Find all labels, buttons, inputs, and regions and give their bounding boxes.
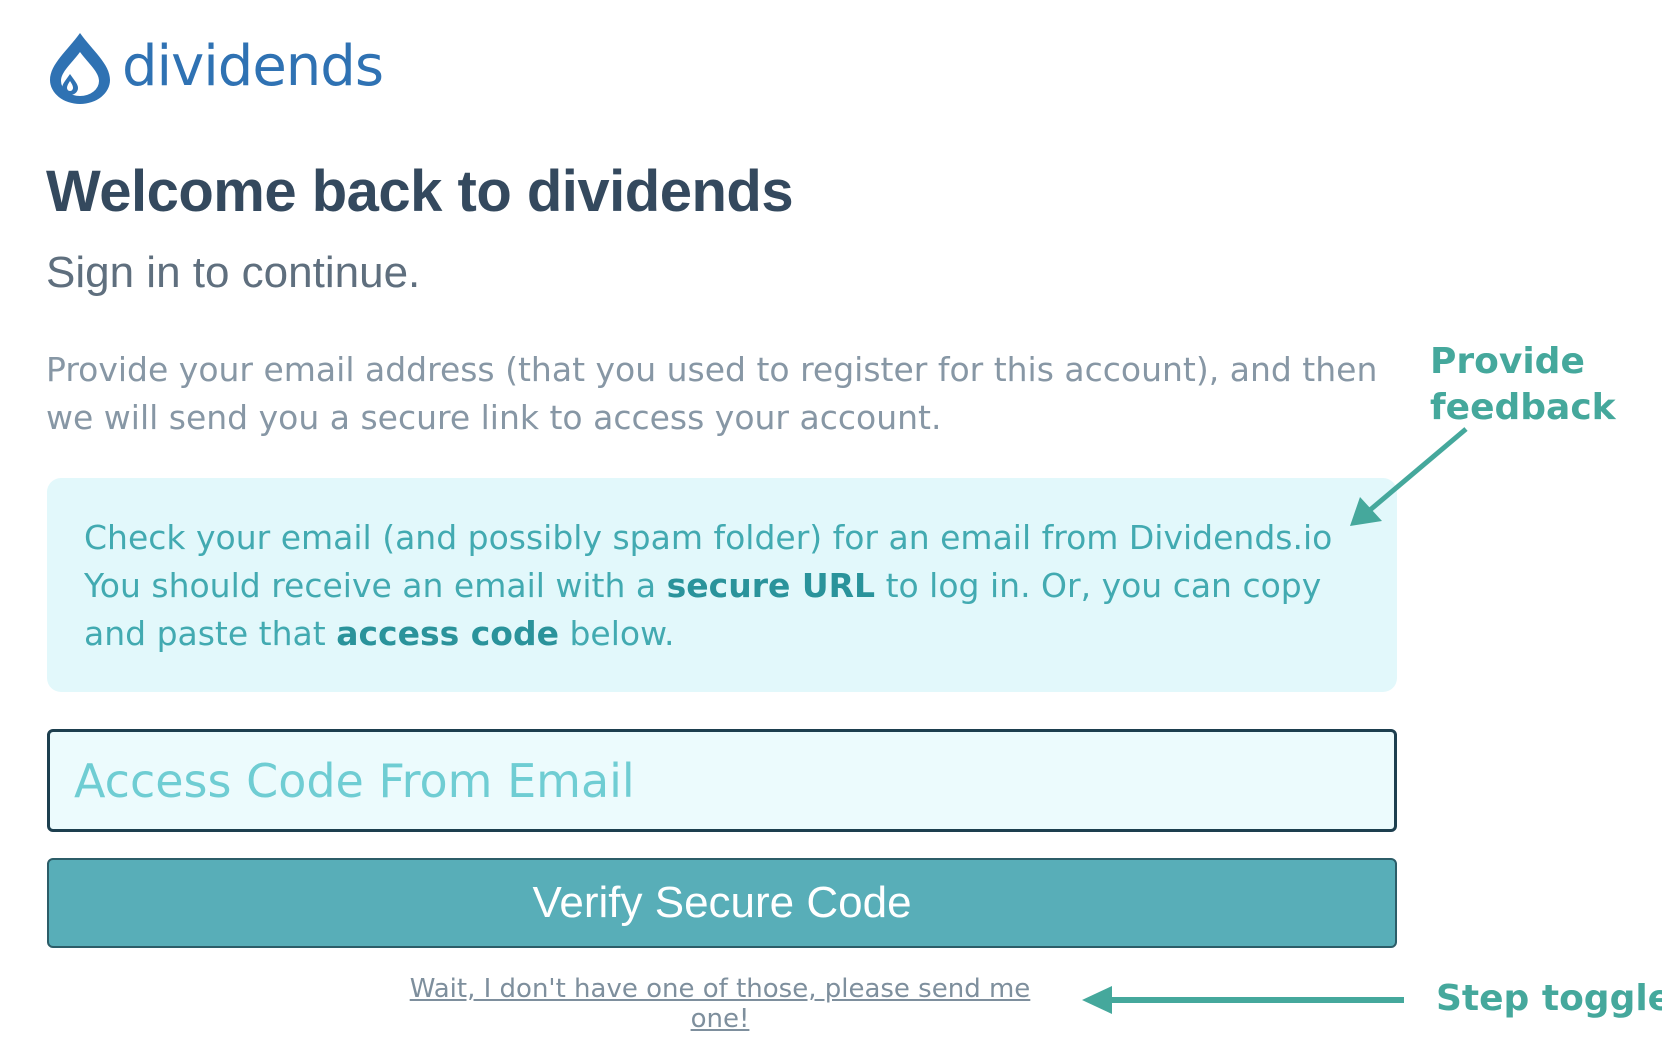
- annotation-provide-feedback: Provide feedback: [1430, 341, 1616, 428]
- notice-line-1: Check your email (and possibly spam fold…: [84, 518, 1333, 557]
- water-drop-icon: [50, 33, 110, 104]
- notice-line-3: and paste that access code below.: [84, 614, 675, 653]
- email-sent-notice: Check your email (and possibly spam fold…: [47, 478, 1397, 692]
- intro-text: Provide your email address (that you use…: [46, 350, 1378, 437]
- brand-logo[interactable]: dividends: [44, 30, 384, 104]
- verify-code-button[interactable]: Verify Secure Code: [47, 858, 1397, 948]
- request-code-link[interactable]: Wait, I don't have one of those, please …: [380, 974, 1060, 1034]
- notice-line-2: You should receive an email with a secur…: [84, 566, 1322, 605]
- page-subtitle: Sign in to continue.: [46, 248, 421, 297]
- annotation-step-toggle: Step toggle: [1436, 978, 1662, 1019]
- brand-name: dividends: [122, 34, 384, 99]
- access-code-input[interactable]: [47, 729, 1397, 832]
- secure-url-emphasis: secure URL: [666, 566, 876, 605]
- toggle-arrow-icon: [1082, 986, 1404, 1014]
- access-code-emphasis: access code: [336, 614, 559, 653]
- page-title: Welcome back to dividends: [46, 159, 794, 224]
